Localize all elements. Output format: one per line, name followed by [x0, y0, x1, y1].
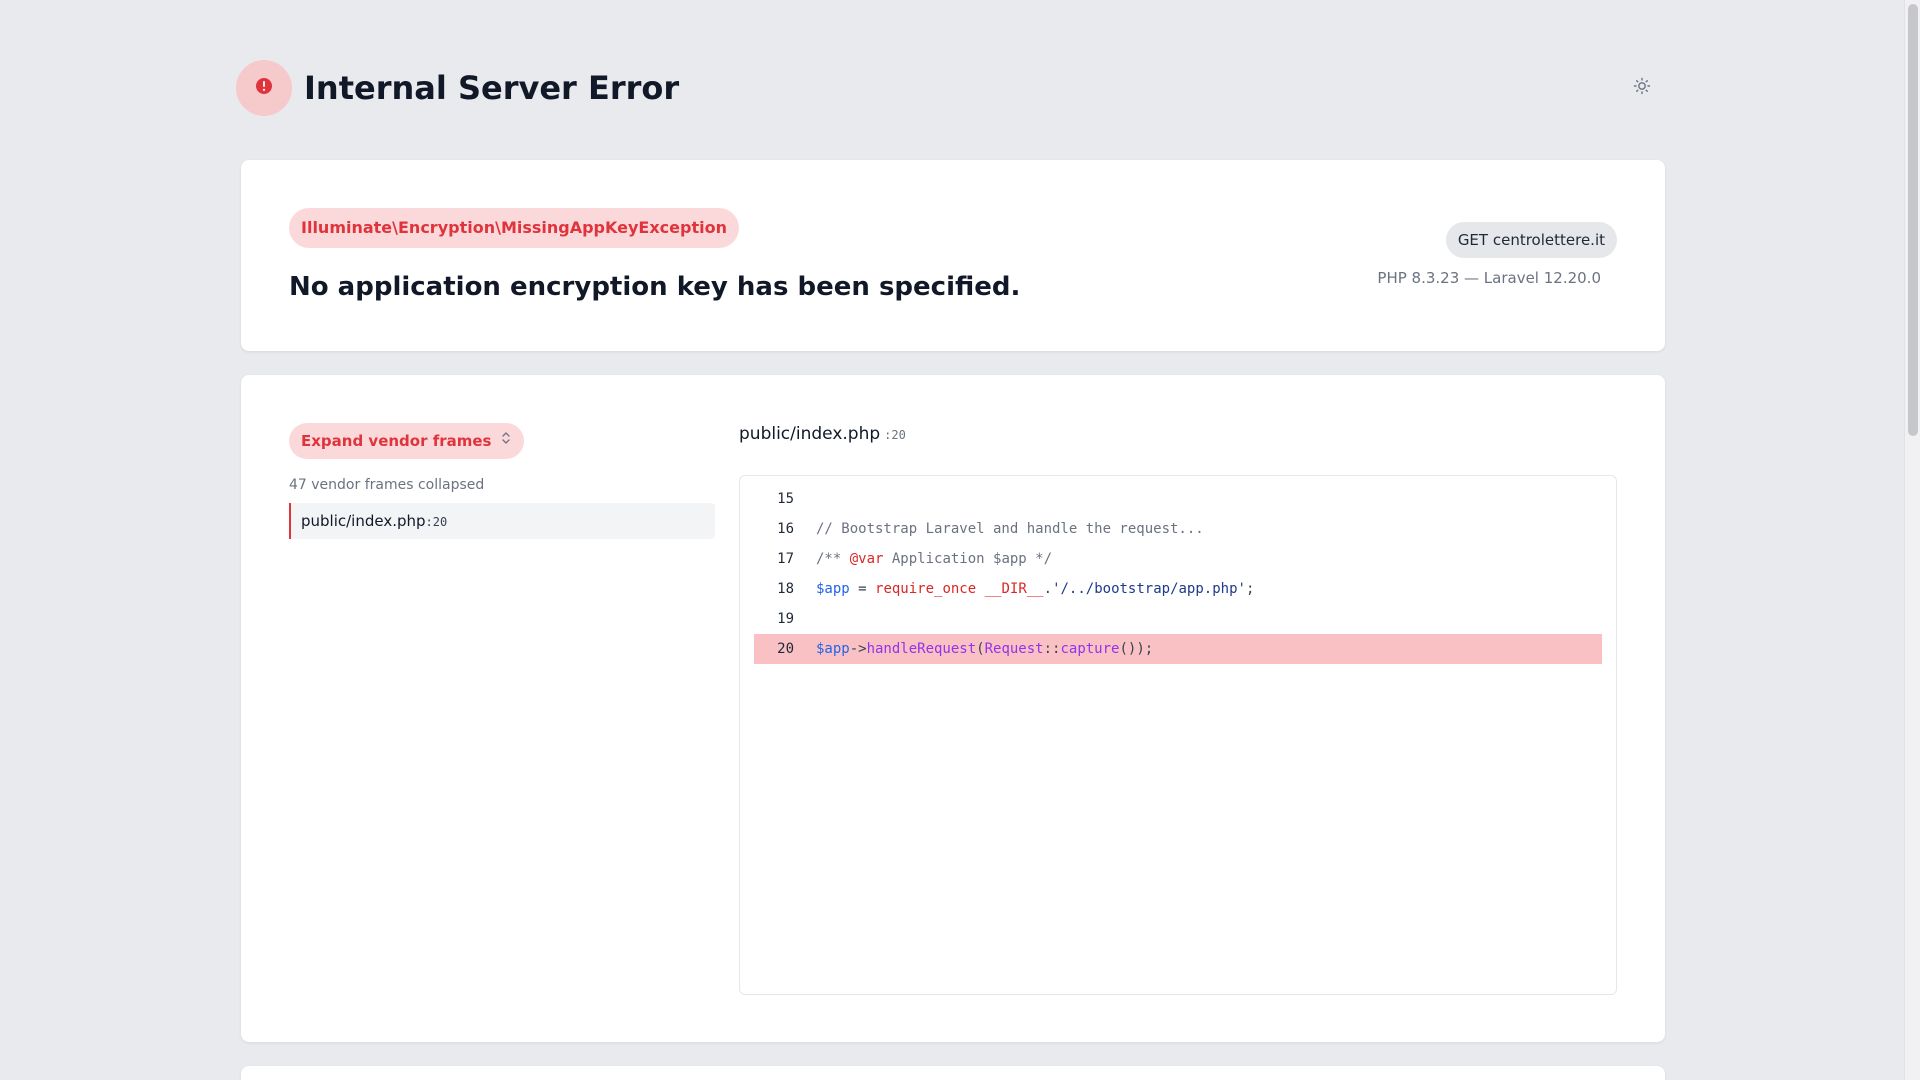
- code-file-heading: public/index.php:20: [739, 423, 906, 446]
- code-snippet: 15 16 // Bootstrap Laravel and handle the …: [739, 475, 1617, 995]
- line-number: 16: [777, 521, 794, 537]
- code-text: // Bootstrap Laravel and handle the requ…: [816, 521, 1204, 537]
- code-file-line: :20: [884, 428, 906, 442]
- frame-line-number: :20: [425, 515, 448, 529]
- scrollbar-thumb[interactable]: [1908, 4, 1918, 436]
- stack-frame-item[interactable]: public/index.php:20: [289, 503, 715, 539]
- code-line-highlighted: 20 $app->handleRequest(Request::capture()…: [754, 634, 1602, 664]
- expand-vendor-frames-button[interactable]: Expand vendor frames: [289, 423, 524, 459]
- exclamation-circle-icon: [255, 77, 273, 99]
- exception-class-badge: Illuminate\Encryption\MissingAppKeyExcep…: [289, 208, 739, 248]
- line-number: 19: [777, 611, 794, 627]
- code-line: 19: [754, 604, 1602, 634]
- exception-card: Illuminate\Encryption\MissingAppKeyExcep…: [241, 160, 1665, 351]
- chevron-up-down-icon: [500, 423, 512, 459]
- code-file-name: public/index.php: [739, 424, 881, 444]
- code-line: 17 /** @var Application $app */: [754, 544, 1602, 574]
- line-number: 20: [777, 641, 794, 657]
- request-pill: GET centrolettere.it: [1445, 222, 1617, 258]
- line-number: 17: [777, 551, 794, 567]
- code-text: $app->handleRequest(Request::capture());: [816, 641, 1154, 657]
- exception-message: No application encryption key has been s…: [289, 272, 1021, 302]
- theme-toggle-button[interactable]: [1630, 76, 1654, 100]
- version-info: PHP 8.3.23 — Laravel 12.20.0: [1377, 269, 1601, 287]
- frame-file: public/index.php: [301, 512, 426, 530]
- stack-trace-card: Expand vendor frames 47 vendor frames co…: [241, 375, 1665, 1042]
- line-number: 18: [777, 581, 794, 597]
- code-text: $app = require_once __DIR__.'/../bootstr…: [816, 581, 1255, 597]
- line-number: 15: [777, 491, 794, 507]
- code-line: 18 $app = require_once __DIR__.'/../boots…: [754, 574, 1602, 604]
- code-text: /** @var Application $app */: [816, 551, 1053, 567]
- error-badge: [236, 60, 292, 116]
- page-header: Internal Server Error: [236, 60, 1664, 116]
- next-card: [241, 1066, 1665, 1080]
- page-title: Internal Server Error: [304, 69, 680, 107]
- page-scrollbar[interactable]: [1904, 0, 1920, 1080]
- code-line: 16 // Bootstrap Laravel and handle the re…: [754, 514, 1602, 544]
- code-line: 15: [754, 484, 1602, 514]
- sun-icon: [1633, 77, 1651, 99]
- vendor-frames-collapsed-label: 47 vendor frames collapsed: [289, 477, 485, 493]
- expand-vendor-frames-label: Expand vendor frames: [301, 432, 492, 450]
